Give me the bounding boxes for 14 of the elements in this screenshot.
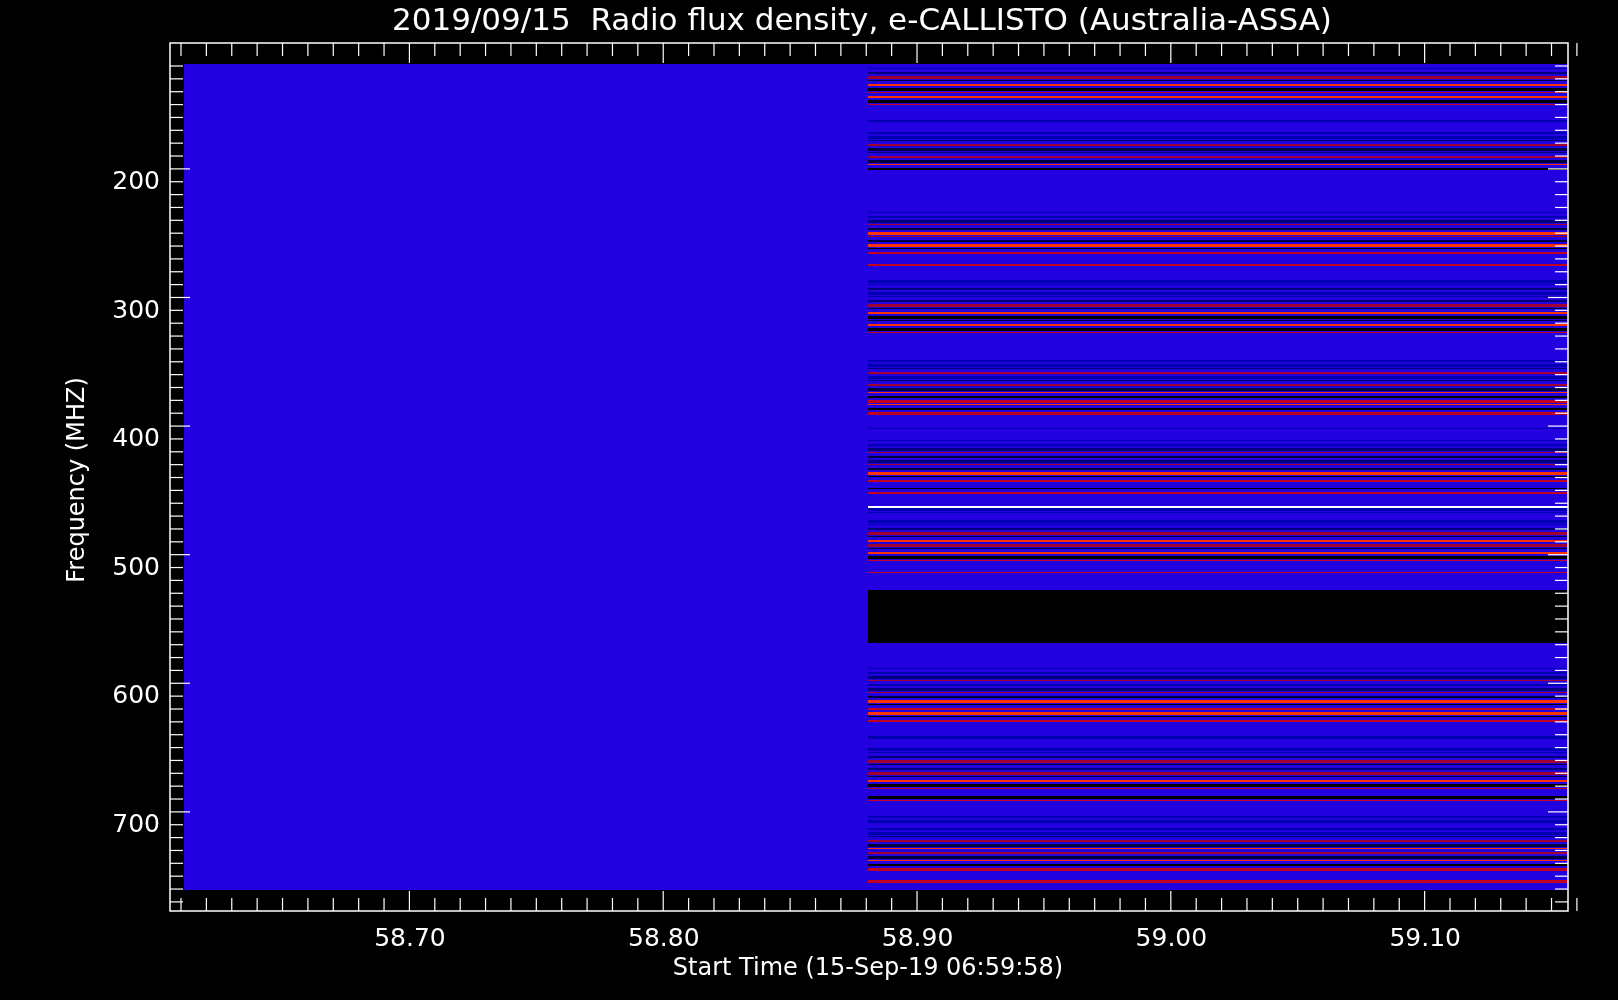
x-tick-label: 58.70 [374, 923, 446, 952]
x-tick-label: 58.80 [628, 923, 700, 952]
x-tick-label: 58.90 [881, 923, 954, 952]
y-tick-label: 600 [112, 680, 160, 710]
y-tick-label: 700 [112, 809, 160, 838]
y-tick-label: 400 [112, 423, 160, 453]
chart-title: 2019/09/15 Radio flux density, e-CALLISTO (Australia-ASSA) [392, 1, 1332, 37]
y-tick-label: 200 [112, 166, 160, 195]
y-tick-label: 300 [112, 294, 160, 324]
y-axis-label: Frequency (MHZ) [62, 377, 90, 583]
x-tick-label: 59.10 [1389, 923, 1461, 952]
y-tick-label: 500 [112, 551, 160, 581]
x-axis-label: Start Time (15-Sep-19 06:59:58) [672, 953, 1064, 981]
x-tick-label: 59.00 [1135, 923, 1208, 952]
